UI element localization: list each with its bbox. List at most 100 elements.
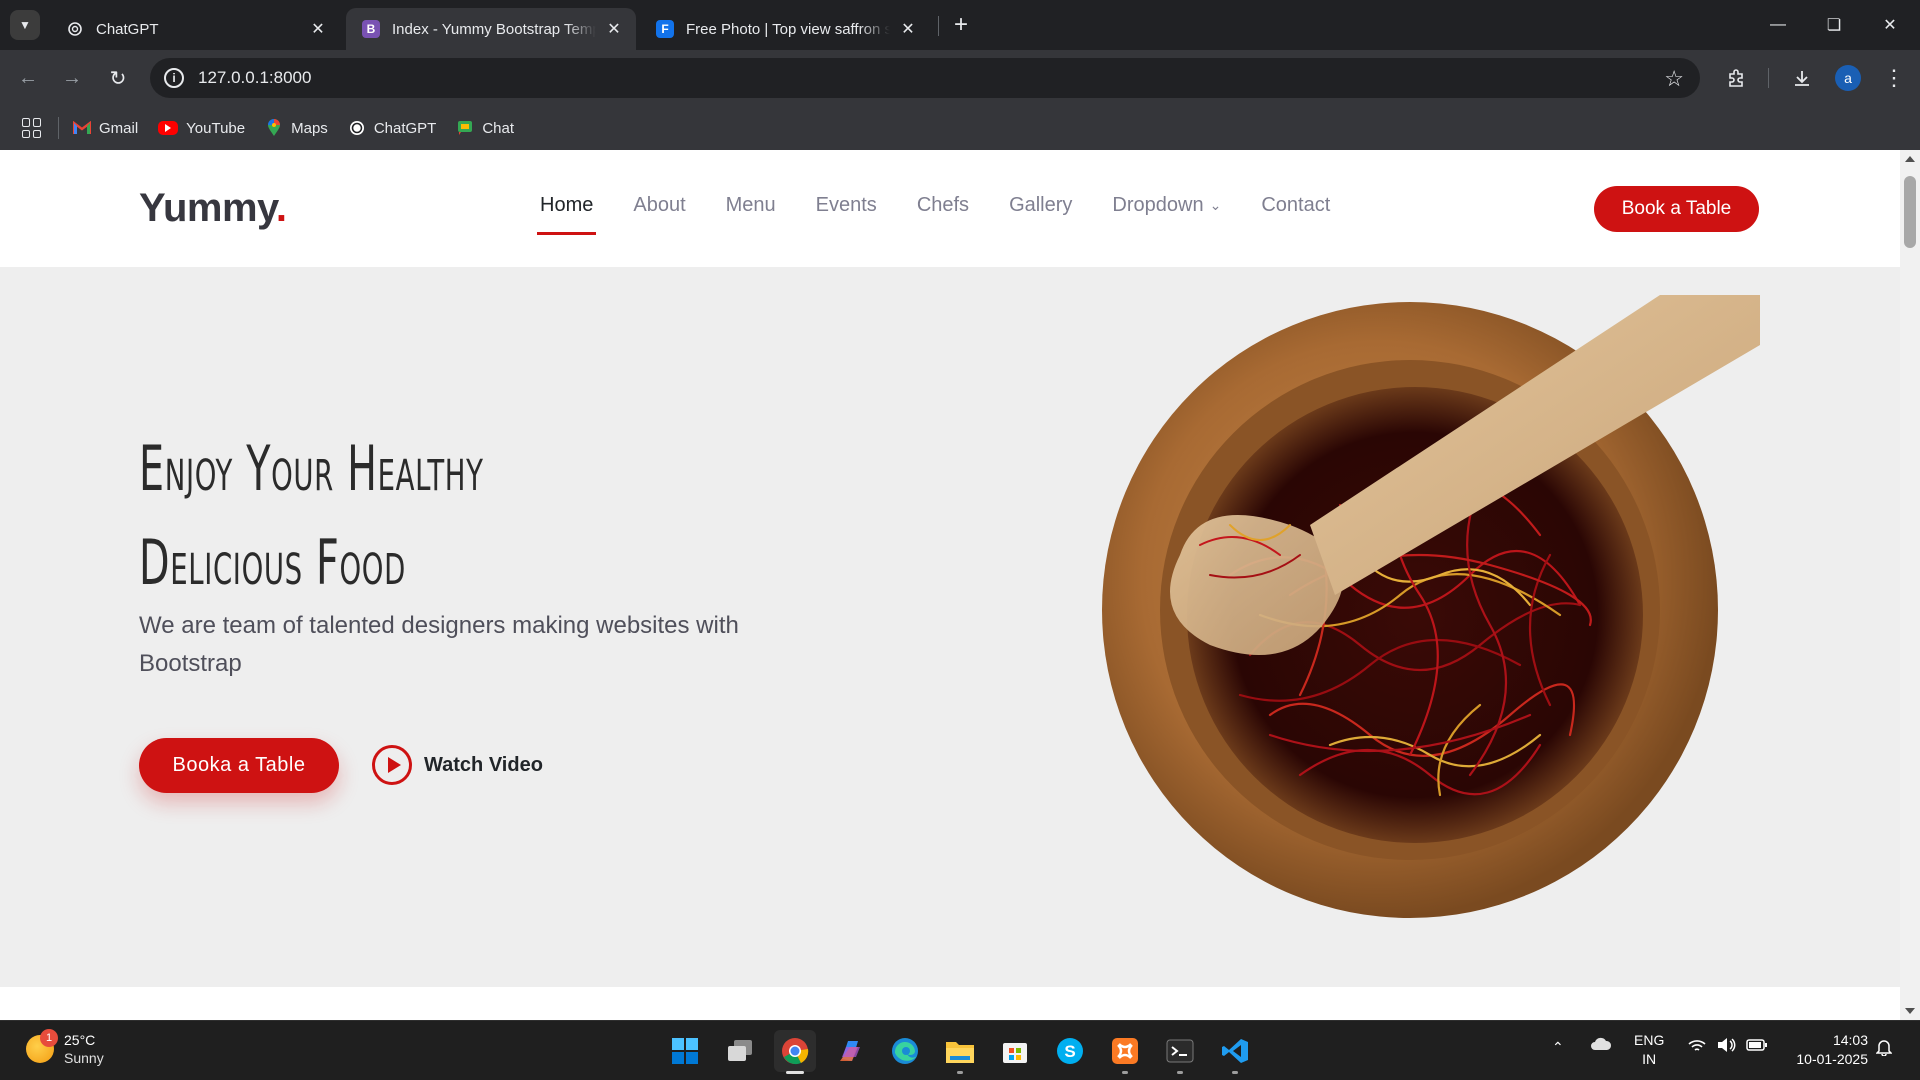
wifi-icon[interactable] (1688, 1039, 1706, 1056)
chevron-down-icon: ▼ (19, 18, 31, 32)
nav-contact[interactable]: Contact (1261, 194, 1330, 223)
bookmarks-bar: Gmail YouTube Maps ChatGPT Chat (0, 106, 1920, 150)
start-icon (672, 1038, 698, 1064)
freepik-icon: F (656, 20, 674, 38)
main-nav: Home About Menu Events Chefs Gallery Dro… (536, 194, 1370, 235)
taskbar-skype[interactable]: S (1049, 1030, 1091, 1072)
page-viewport: Yummy. Home About Menu Events Chefs Gall… (0, 150, 1900, 1020)
task-view-button[interactable] (719, 1030, 761, 1072)
file-explorer-icon (946, 1042, 974, 1063)
onedrive-icon[interactable] (1590, 1037, 1612, 1054)
watch-video-link[interactable]: Watch Video (372, 745, 543, 785)
bookmark-label: ChatGPT (373, 119, 437, 137)
taskbar-vscode[interactable] (1214, 1030, 1256, 1074)
browser-toolbar: ← → ↻ i 127.0.0.1:8000 ☆ a ⋮ (0, 50, 1920, 106)
close-icon[interactable]: ✕ (604, 19, 624, 39)
skype-icon: S (1057, 1038, 1083, 1064)
nav-about[interactable]: About (633, 194, 685, 223)
nav-events[interactable]: Events (816, 194, 877, 223)
taskbar-xampp[interactable] (1104, 1030, 1146, 1074)
battery-icon[interactable] (1746, 1038, 1768, 1055)
taskbar-file-explorer[interactable] (939, 1030, 981, 1074)
page-scrollbar[interactable] (1900, 150, 1920, 1020)
close-icon[interactable]: ✕ (308, 19, 328, 39)
chatgpt-icon (348, 119, 366, 137)
address-bar[interactable]: i 127.0.0.1:8000 ☆ (150, 58, 1700, 98)
bookmark-separator (58, 117, 59, 139)
minimize-button[interactable]: — (1750, 0, 1806, 50)
download-icon[interactable] (1788, 64, 1816, 92)
hero-subtitle: We are team of talented designers making… (139, 612, 739, 677)
scroll-up-icon[interactable] (1905, 156, 1915, 162)
forward-arrow-icon[interactable]: → (56, 62, 88, 94)
vscode-icon (1222, 1039, 1248, 1063)
task-view-icon (728, 1040, 752, 1061)
notification-badge: 1 (40, 1029, 58, 1047)
hero-book-button[interactable]: Booka a Table (139, 738, 339, 793)
bookmark-chat[interactable]: Chat (456, 119, 514, 137)
close-window-button[interactable]: ✕ (1862, 0, 1918, 50)
url-text[interactable]: 127.0.0.1:8000 (198, 68, 311, 88)
nav-home[interactable]: Home (536, 194, 597, 235)
logo-text: Yummy (139, 186, 276, 230)
running-indicator (786, 1071, 804, 1074)
bookmark-maps[interactable]: Maps (265, 119, 328, 137)
menu-dots-icon[interactable]: ⋮ (1880, 64, 1908, 92)
back-arrow-icon[interactable]: ← (12, 62, 44, 94)
volume-icon[interactable] (1716, 1037, 1736, 1056)
close-icon[interactable]: ✕ (898, 19, 918, 39)
terminal-icon (1166, 1039, 1194, 1063)
nav-dropdown[interactable]: Dropdown ⌄ (1112, 194, 1221, 223)
taskbar-terminal[interactable] (1159, 1030, 1201, 1074)
tab-title: Free Photo | Top view saffron st (686, 20, 890, 38)
weather-temp: 25°C (64, 1032, 96, 1048)
scroll-thumb[interactable] (1904, 176, 1916, 248)
running-indicator (957, 1071, 963, 1074)
book-table-button[interactable]: Book a Table (1594, 186, 1759, 232)
tab-separator (938, 16, 939, 36)
nav-menu[interactable]: Menu (726, 194, 776, 223)
show-hidden-icons-chevron-icon[interactable]: ⌃ (1552, 1039, 1564, 1056)
tab-title: Index - Yummy Bootstrap Template (392, 20, 596, 38)
profile-avatar[interactable]: a (1835, 65, 1861, 91)
reload-icon[interactable]: ↻ (102, 62, 134, 94)
logo-dot: . (275, 186, 287, 230)
tab-chatgpt[interactable]: ChatGPT ✕ (50, 8, 340, 50)
bookmark-youtube[interactable]: YouTube (158, 120, 245, 137)
youtube-icon (158, 121, 179, 135)
saffron-bowl-image (1102, 295, 1760, 918)
apps-grid-icon[interactable] (22, 118, 42, 138)
site-info-icon[interactable]: i (164, 68, 184, 88)
tab-yummy[interactable]: B Index - Yummy Bootstrap Template ✕ (346, 8, 636, 50)
hero-section: Enjoy Your Healthy Delicious Food We are… (0, 267, 1900, 987)
running-indicator (1177, 1071, 1183, 1074)
system-clock[interactable]: 14:03 10-01-2025 (1784, 1031, 1868, 1069)
new-tab-button[interactable]: + (948, 12, 974, 38)
windows-taskbar: 1 25°C Sunny S ⌃ ENG IN 14:03 10-01-2025 (0, 1020, 1920, 1080)
hero-title-line2: Delicious Food (139, 526, 406, 599)
bookmark-gmail[interactable]: Gmail (73, 119, 138, 137)
extensions-icon[interactable] (1722, 64, 1750, 92)
notification-bell-icon[interactable] (1875, 1038, 1893, 1059)
region-code: IN (1642, 1051, 1657, 1067)
bookmark-star-icon[interactable]: ☆ (1664, 66, 1684, 92)
tab-search-button[interactable]: ▼ (10, 10, 40, 40)
taskbar-store[interactable] (994, 1030, 1036, 1072)
bookmark-label: YouTube (186, 119, 246, 137)
bookmark-chatgpt[interactable]: ChatGPT (348, 119, 437, 137)
nav-chefs[interactable]: Chefs (917, 194, 969, 223)
taskbar-edge[interactable] (884, 1030, 926, 1072)
gmail-icon (73, 119, 91, 137)
restore-button[interactable]: ❏ (1806, 0, 1862, 50)
start-button[interactable] (664, 1030, 706, 1072)
taskbar-copilot[interactable] (829, 1030, 871, 1072)
tab-freepik[interactable]: F Free Photo | Top view saffron st ✕ (640, 8, 930, 50)
copilot-icon (840, 1041, 860, 1061)
language-indicator[interactable]: ENG IN (1634, 1031, 1664, 1069)
site-logo[interactable]: Yummy. (139, 186, 287, 231)
sun-icon: 1 (26, 1029, 58, 1063)
weather-widget[interactable]: 1 25°C Sunny (26, 1029, 104, 1067)
nav-gallery[interactable]: Gallery (1009, 194, 1072, 223)
taskbar-chrome[interactable] (774, 1030, 816, 1074)
scroll-down-icon[interactable] (1905, 1008, 1915, 1014)
